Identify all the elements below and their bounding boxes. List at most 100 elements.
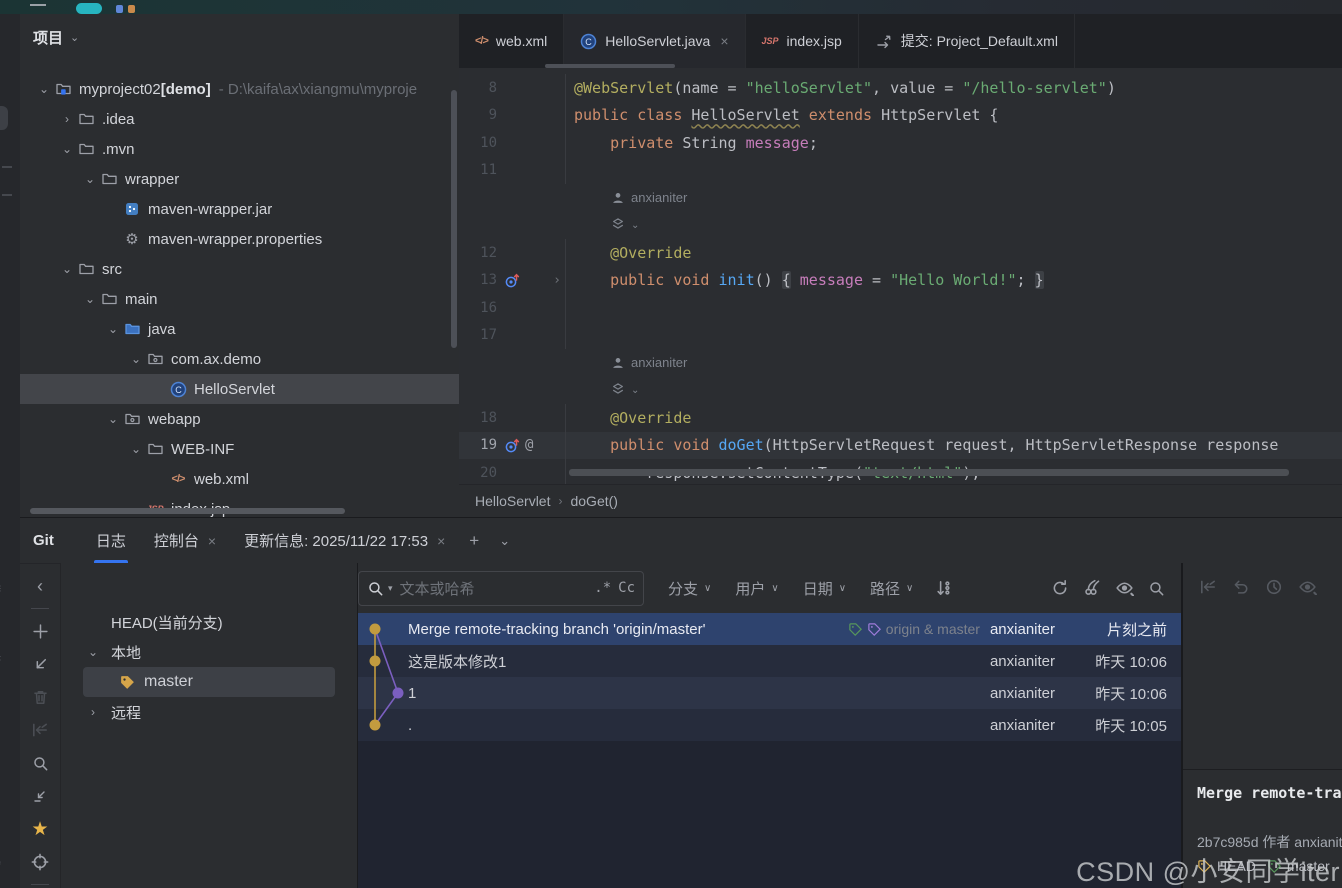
breadcrumb-method[interactable]: doGet() [570, 493, 617, 509]
cherry-button[interactable] [1083, 579, 1101, 597]
filter-用户[interactable]: 用户∨ [735, 578, 778, 599]
commit-row[interactable]: .anxianiter昨天 10:05 [358, 709, 1181, 741]
tree-item-main[interactable]: ⌄main [20, 284, 459, 314]
log-search-input[interactable]: ▾ 文本或哈希 .* Cc [358, 571, 644, 606]
branch-head-item[interactable]: HEAD(当前分支) [61, 607, 357, 637]
chevron-down-icon[interactable]: ⌄ [57, 262, 77, 276]
chevron-down-icon[interactable]: ⌄ [126, 442, 146, 456]
chevron-down-icon[interactable]: ⌄ [57, 142, 77, 156]
chevron-down-icon[interactable]: ⌄ [631, 220, 639, 231]
git-tab-更新信息--2025-11-22-17-53[interactable]: 更新信息: 2025/11/22 17:53× [230, 518, 459, 563]
at-gutter-icon[interactable]: @ [525, 437, 533, 453]
tool-stripe-icon[interactable]: ≡ [0, 580, 1, 596]
arrow-down-left-button[interactable] [29, 653, 51, 675]
sort-icon[interactable] [935, 579, 953, 597]
code-line-13[interactable]: 13› public void init() { message = "Hell… [459, 267, 1342, 295]
code-vision-inlay[interactable]: ⌄ [459, 377, 1342, 405]
star-button[interactable]: ★ [29, 818, 51, 840]
tree-item-myproject02[interactable]: ⌄myproject02 [demo]- D:\kaifa\ax\xiangmu… [20, 74, 459, 104]
branch-item-master[interactable]: master [83, 667, 335, 697]
close-icon[interactable]: × [720, 33, 728, 49]
chevron-down-icon[interactable]: ⌄ [34, 82, 54, 96]
code-line-17[interactable]: 17 [459, 322, 1342, 350]
code-line-18[interactable]: 18 @Override [459, 404, 1342, 432]
chevron-down-icon[interactable]: ⌄ [103, 322, 123, 336]
back-button[interactable]: ‹ [29, 575, 51, 597]
tree-item-web-inf[interactable]: ⌄WEB-INF [20, 434, 459, 464]
tree-item-web-xml[interactable]: </>web.xml [20, 464, 459, 494]
git-tab-日志[interactable]: 日志 [82, 518, 140, 563]
override-gutter-icon[interactable] [504, 437, 521, 454]
search-button[interactable] [1148, 580, 1165, 597]
editor-tab-----project-default-xml[interactable]: 提交: Project_Default.xml [859, 14, 1075, 68]
filter-日期[interactable]: 日期∨ [803, 578, 846, 599]
code-line-9[interactable]: 9public class HelloServlet extends HttpS… [459, 102, 1342, 130]
match-case-toggle[interactable]: Cc [618, 580, 635, 596]
editor-tab-helloservlet-java[interactable]: CHelloServlet.java× [564, 14, 745, 68]
tool-stripe-icon[interactable]: ▯ [0, 226, 1, 243]
tree-item-maven-wrapper-properties[interactable]: ⚙maven-wrapper.properties [20, 224, 459, 254]
commit-hash[interactable]: 2b7c985d [1197, 834, 1259, 850]
tree-item-wrapper[interactable]: ⌄wrapper [20, 164, 459, 194]
eye-button[interactable] [1115, 580, 1134, 596]
filter-分支[interactable]: 分支∨ [668, 578, 711, 599]
commit-row[interactable]: 这是版本修改1anxianiter昨天 10:06 [358, 645, 1181, 677]
tool-stripe-icon[interactable]: = [0, 650, 1, 666]
close-icon[interactable]: × [437, 533, 445, 549]
branch-local-group[interactable]: ⌄ 本地 [61, 637, 357, 667]
add-button[interactable] [29, 620, 51, 642]
code-line-12[interactable]: 12 @Override [459, 239, 1342, 267]
commit-row[interactable]: Merge remote-tracking branch 'origin/mas… [358, 613, 1181, 645]
branch-search-button[interactable] [61, 563, 357, 607]
run-widget-button[interactable] [76, 3, 102, 14]
project-vertical-scrollbar[interactable] [451, 90, 457, 348]
chevron-right-icon[interactable]: › [83, 705, 103, 719]
code-line-16[interactable]: 16 [459, 294, 1342, 322]
regex-toggle[interactable]: .* [594, 580, 611, 596]
editor-tab-web-xml[interactable]: </>web.xml [459, 14, 564, 68]
commit-row[interactable]: 1anxianiter昨天 10:06 [358, 677, 1181, 709]
target-button[interactable] [29, 851, 51, 873]
tree-item--mvn[interactable]: ⌄.mvn [20, 134, 459, 164]
chevron-down-icon[interactable]: ⌄ [83, 645, 103, 659]
tool-stripe-icon[interactable]: ▯ [0, 314, 1, 331]
filter-路径[interactable]: 路径∨ [870, 578, 913, 599]
project-horizontal-scrollbar[interactable] [30, 508, 345, 514]
tool-window-stripe[interactable]: ▯▯▯≡=›]◌ [0, 14, 21, 888]
chevron-down-icon[interactable]: ⌄ [80, 292, 100, 306]
code-line-8[interactable]: 8@WebServlet(name = "helloServlet", valu… [459, 74, 1342, 102]
chevron-down-icon[interactable]: ⌄ [631, 385, 639, 396]
tree-item-webapp[interactable]: ⌄webapp [20, 404, 459, 434]
close-icon[interactable]: × [208, 533, 216, 549]
tool-stripe-icon[interactable]: ▯ [0, 366, 1, 383]
editor-tab-index-jsp[interactable]: JSPindex.jsp [746, 14, 859, 68]
chevron-down-icon[interactable]: ⌄ [70, 31, 79, 44]
tree-item-helloservlet[interactable]: CHelloServlet [20, 374, 459, 404]
chevron-down-icon[interactable]: ⌄ [80, 172, 100, 186]
tool-stripe-icon[interactable]: ◌ [0, 854, 1, 870]
tree-item-com-ax-demo[interactable]: ⌄com.ax.demo [20, 344, 459, 374]
fold-arrow-icon[interactable]: › [553, 273, 561, 288]
search-options-caret-icon[interactable]: ▾ [388, 583, 393, 594]
branch-remote-group[interactable]: › 远程 [61, 697, 357, 727]
editor-horizontal-scrollbar[interactable] [569, 469, 1289, 476]
git-tab-控制台[interactable]: 控制台× [140, 518, 230, 563]
code-editor[interactable]: 8@WebServlet(name = "helloServlet", valu… [459, 68, 1342, 485]
project-panel-title[interactable]: 项目 [33, 27, 63, 48]
chevron-down-icon[interactable]: ⌄ [126, 352, 146, 366]
tree-item-java[interactable]: ⌄java [20, 314, 459, 344]
override-gutter-icon[interactable] [504, 272, 521, 289]
chevron-right-icon[interactable]: › [57, 112, 77, 126]
tabs-dropdown-icon[interactable]: ⌄ [489, 533, 520, 549]
tree-item-maven-wrapper-jar[interactable]: maven-wrapper.jar [20, 194, 459, 224]
search-button[interactable] [29, 752, 51, 774]
tree-item--idea[interactable]: ›.idea [20, 104, 459, 134]
arrow-down-left-small-button[interactable] [29, 785, 51, 807]
code-line-11[interactable]: 11 [459, 157, 1342, 185]
refresh-button[interactable] [1051, 579, 1069, 597]
chevron-down-icon[interactable]: ⌄ [103, 412, 123, 426]
code-vision-inlay[interactable]: ⌄ [459, 212, 1342, 240]
add-tab-button[interactable]: + [459, 531, 489, 551]
code-line-19[interactable]: 19@ public void doGet(HttpServletRequest… [459, 432, 1342, 460]
tree-item-src[interactable]: ⌄src [20, 254, 459, 284]
